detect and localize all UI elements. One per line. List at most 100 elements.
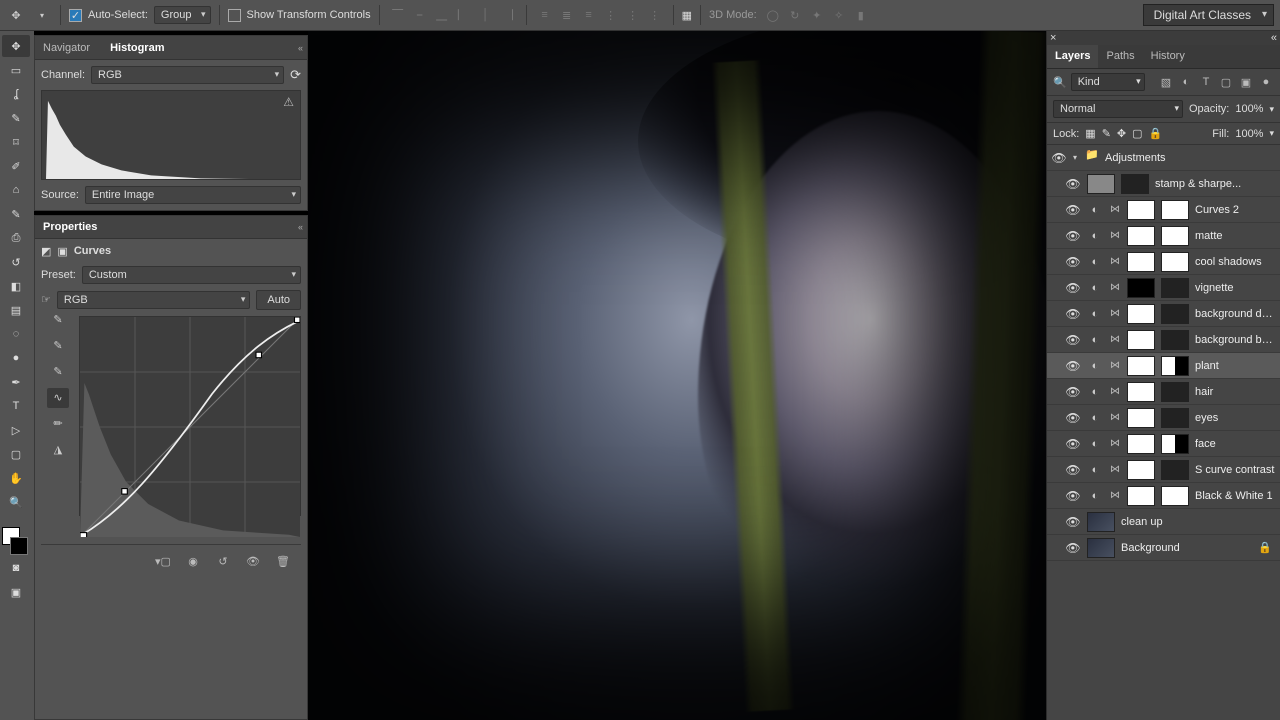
layer-mask[interactable] [1161, 278, 1189, 298]
layer-thumb[interactable] [1127, 330, 1155, 350]
layer-thumb[interactable] [1087, 512, 1115, 532]
link-icon[interactable]: ⋈ [1109, 464, 1121, 475]
navigator-tab[interactable]: Navigator [39, 42, 94, 54]
visibility-icon[interactable]: 👁 [1065, 515, 1081, 529]
layer-mask[interactable] [1161, 356, 1189, 376]
healing-brush-tool[interactable]: ⌂ [2, 179, 30, 201]
pen-tool[interactable]: ✒ [2, 371, 30, 393]
distribute-right-icon[interactable]: ⋮ [645, 5, 665, 25]
pan-icon[interactable]: ✦ [807, 5, 827, 25]
layer-name[interactable]: background dar... [1195, 308, 1276, 320]
curve-histogram-icon[interactable]: ◮ [47, 440, 69, 460]
visibility-icon[interactable]: 👁 [1065, 411, 1081, 425]
history-brush-tool[interactable]: ↺ [2, 251, 30, 273]
filter-type-icon[interactable]: T [1198, 74, 1214, 90]
layer-row[interactable]: 👁◐⋈plant [1047, 353, 1280, 379]
visibility-icon[interactable]: 👁 [1065, 437, 1081, 451]
link-icon[interactable]: ⋈ [1109, 308, 1121, 319]
layer-row[interactable]: 👁◐⋈Curves 2 [1047, 197, 1280, 223]
layer-name[interactable]: hair [1195, 386, 1276, 398]
align-bottom-icon[interactable]: ⎽ [432, 5, 452, 25]
auto-align-icon[interactable]: ▦ [682, 9, 692, 22]
layer-name[interactable]: matte [1195, 230, 1276, 242]
paths-tab[interactable]: Paths [1098, 45, 1142, 68]
collapse-icon[interactable]: « [1271, 32, 1277, 44]
dodge-tool[interactable]: ● [2, 347, 30, 369]
layer-row[interactable]: 👁◐⋈hair [1047, 379, 1280, 405]
auto-select-checkbox[interactable]: ✓ [69, 9, 82, 22]
layer-thumb[interactable] [1127, 486, 1155, 506]
cache-warning-icon[interactable]: ⚠ [283, 95, 294, 109]
layer-mask[interactable] [1161, 486, 1189, 506]
layer-row[interactable]: 👁Background🔒 [1047, 535, 1280, 561]
distribute-bottom-icon[interactable]: ≡ [579, 5, 599, 25]
align-left-icon[interactable]: ⎸ [454, 5, 474, 25]
roll-icon[interactable]: ↻ [785, 5, 805, 25]
targeted-adj-icon[interactable]: ☞ [41, 293, 51, 306]
properties-tab[interactable]: Properties [39, 221, 101, 233]
link-icon[interactable]: ⋈ [1109, 438, 1121, 449]
layer-row[interactable]: 👁◐⋈cool shadows [1047, 249, 1280, 275]
preset-select[interactable]: Custom [82, 266, 301, 284]
layer-name[interactable]: cool shadows [1195, 256, 1276, 268]
clone-stamp-tool[interactable]: ⎙ [2, 227, 30, 249]
sample-white-icon[interactable]: ✎ [47, 310, 69, 330]
layer-row[interactable]: 👁◐⋈background dar... [1047, 301, 1280, 327]
visibility-icon[interactable]: 👁 [1065, 385, 1081, 399]
path-select-tool[interactable]: ▷ [2, 419, 30, 441]
toggle-visibility-icon[interactable]: 👁 [243, 553, 263, 571]
layer-thumb[interactable] [1127, 226, 1155, 246]
curves-channel-select[interactable]: RGB [57, 291, 250, 309]
visibility-icon[interactable]: 👁 [1065, 333, 1081, 347]
layer-name[interactable]: clean up [1121, 516, 1276, 528]
lock-all-icon[interactable]: 🔒 [1149, 127, 1163, 140]
link-icon[interactable]: ⋈ [1109, 230, 1121, 241]
eraser-tool[interactable]: ◧ [2, 275, 30, 297]
filter-toggle-icon[interactable]: ● [1258, 74, 1274, 90]
layer-thumb[interactable] [1127, 200, 1155, 220]
auto-button[interactable]: Auto [256, 290, 301, 310]
layer-row[interactable]: 👁◐⋈S curve contrast [1047, 457, 1280, 483]
layer-name[interactable]: Black & White 1 [1195, 490, 1276, 502]
align-hcenter-icon[interactable]: │ [476, 5, 496, 25]
link-icon[interactable]: ⋈ [1109, 412, 1121, 423]
layer-name[interactable]: plant [1195, 360, 1276, 372]
layer-thumb[interactable] [1087, 174, 1115, 194]
layer-name[interactable]: vignette [1195, 282, 1276, 294]
tool-preset-dropdown-icon[interactable]: ▾ [32, 5, 52, 25]
distribute-left-icon[interactable]: ⋮ [601, 5, 621, 25]
link-icon[interactable]: ⋈ [1109, 282, 1121, 293]
distribute-top-icon[interactable]: ≡ [535, 5, 555, 25]
quick-mask-icon[interactable]: ◙ [2, 557, 30, 579]
layer-mask[interactable] [1161, 408, 1189, 428]
layer-row[interactable]: 👁 clean up [1047, 509, 1280, 535]
marquee-tool[interactable]: ▭ [2, 59, 30, 81]
layer-name[interactable]: Adjustments [1105, 152, 1276, 164]
distribute-hcenter-icon[interactable]: ⋮ [623, 5, 643, 25]
chevron-down-icon[interactable]: ▾ [1269, 128, 1274, 139]
visibility-icon[interactable]: 👁 [1065, 359, 1081, 373]
layer-mask[interactable] [1161, 304, 1189, 324]
align-vcenter-icon[interactable]: ⎯ [410, 5, 430, 25]
layer-mask[interactable] [1161, 382, 1189, 402]
history-tab[interactable]: History [1143, 45, 1193, 68]
layer-thumb[interactable] [1127, 460, 1155, 480]
visibility-icon[interactable]: 👁 [1065, 281, 1081, 295]
link-icon[interactable]: ⋈ [1109, 334, 1121, 345]
background-color[interactable] [10, 537, 28, 555]
clip-to-layer-icon[interactable]: ▾▢ [153, 553, 173, 571]
reset-icon[interactable]: ↺ [213, 553, 233, 571]
fill-value[interactable]: 100% [1235, 128, 1263, 140]
brush-tool[interactable]: ✎ [2, 203, 30, 225]
layer-name[interactable]: S curve contrast [1195, 464, 1276, 476]
link-icon[interactable]: ⋈ [1109, 360, 1121, 371]
visibility-icon[interactable]: 👁 [1065, 229, 1081, 243]
auto-select-mode-select[interactable]: Group [154, 6, 211, 24]
layer-mask[interactable] [1161, 226, 1189, 246]
close-icon[interactable]: × [3, 0, 12, 5]
align-right-icon[interactable]: ⎹ [498, 5, 518, 25]
move-tool-icon[interactable]: ✥ [6, 5, 26, 25]
sample-black-icon[interactable]: ✎ [47, 362, 69, 382]
mask-icon[interactable]: ▣ [57, 245, 67, 258]
layers-tab[interactable]: Layers [1047, 45, 1098, 68]
